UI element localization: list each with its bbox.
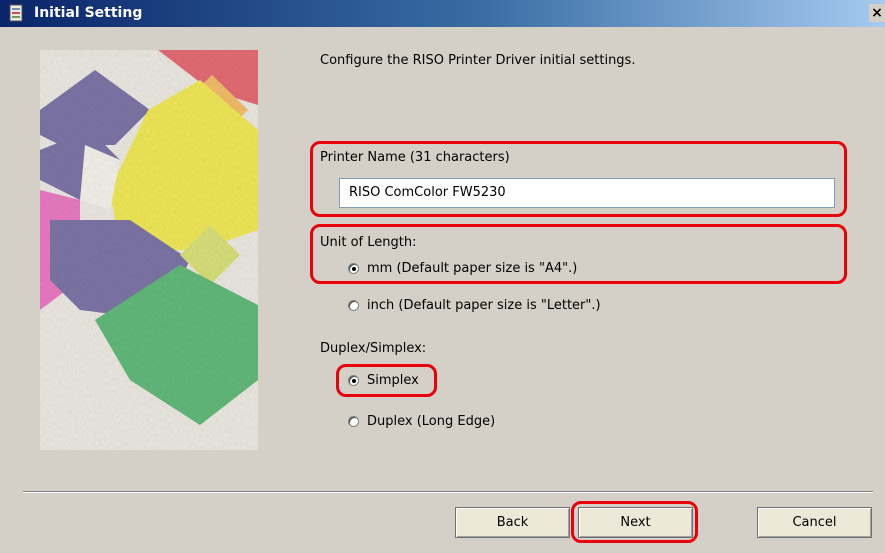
- unit-mm-label: mm (Default paper size is "A4".): [367, 261, 578, 276]
- simplex-radio[interactable]: Simplex: [348, 373, 419, 388]
- separator: [23, 491, 873, 493]
- simplex-label: Simplex: [367, 373, 419, 388]
- printer-name-label: Printer Name (31 characters): [320, 150, 510, 165]
- banner-image: [40, 50, 258, 450]
- radio-unchecked-icon[interactable]: [348, 416, 359, 427]
- printer-name-input[interactable]: RISO ComColor FW5230: [339, 178, 835, 208]
- close-icon[interactable]: ×: [869, 4, 885, 22]
- radio-checked-icon[interactable]: [348, 263, 359, 274]
- unit-inch-radio[interactable]: inch (Default paper size is "Letter".): [348, 298, 601, 313]
- duplex-long-edge-label: Duplex (Long Edge): [367, 414, 496, 429]
- radio-unchecked-icon[interactable]: [348, 300, 359, 311]
- back-button[interactable]: Back: [455, 507, 570, 538]
- title-bar: Initial Setting ×: [0, 0, 885, 27]
- duplex-simplex-label: Duplex/Simplex:: [320, 341, 427, 356]
- radio-checked-icon[interactable]: [348, 375, 359, 386]
- window-title: Initial Setting: [34, 5, 143, 21]
- unit-inch-label: inch (Default paper size is "Letter".): [367, 298, 601, 313]
- intro-text: Configure the RISO Printer Driver initia…: [320, 53, 636, 68]
- next-button[interactable]: Next: [578, 507, 693, 538]
- cancel-button[interactable]: Cancel: [757, 507, 872, 538]
- duplex-long-edge-radio[interactable]: Duplex (Long Edge): [348, 414, 495, 429]
- printer-driver-icon: [8, 4, 24, 22]
- unit-of-length-label: Unit of Length:: [320, 235, 417, 250]
- unit-mm-radio[interactable]: mm (Default paper size is "A4".): [348, 261, 577, 276]
